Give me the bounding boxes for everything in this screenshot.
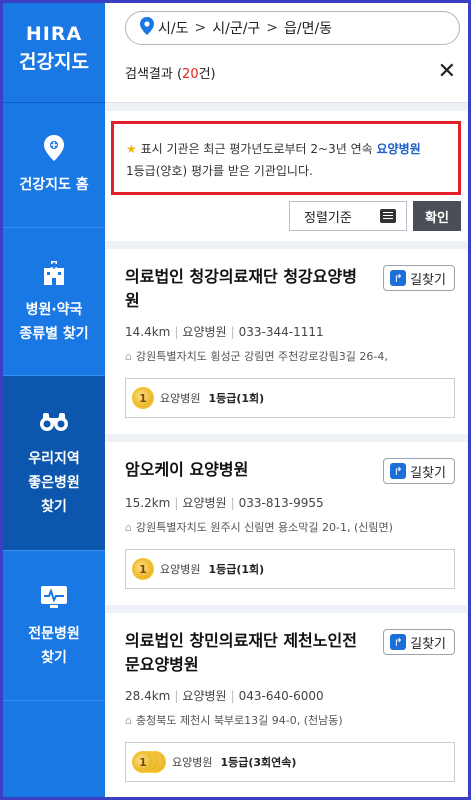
divider [105, 241, 467, 249]
hospital-phone[interactable]: 033-344-1111 [239, 325, 324, 339]
grade-box: 1 요양병원 1등급(3회연속) [125, 742, 455, 782]
hospital-distance: 15.2km [125, 496, 171, 510]
hospital-phone[interactable]: 033-813-9955 [239, 496, 324, 510]
chevron-right-icon: > [266, 20, 279, 36]
logo[interactable]: HIRA 건강지도 [3, 3, 105, 103]
grade-value: 1등급(1회) [208, 392, 265, 405]
hospital-card[interactable]: 의료법인 창민의료재단 제천노인전문요양병원 ↱ 길찾기 28.4km | 요양병원… [105, 613, 467, 797]
home-icon: ⌂ [125, 713, 132, 727]
hospital-phone[interactable]: 043-640-6000 [239, 689, 324, 703]
route-label: 길찾기 [410, 465, 446, 481]
sidebar-item-label: 전문병원 찾기 [28, 625, 80, 666]
hospital-address-row: ⌂ 강원특별자치도 원주시 신림면 용소막길 20-1, (신림면) [125, 519, 455, 535]
grade-box: 1 요양병원 1등급(1회) [125, 378, 455, 418]
medal-icon: 1 [132, 387, 154, 409]
sidebar: HIRA 건강지도 건강지도 홈 병원·약국 종류별 찾기 우리지역 좋은병원 … [3, 3, 105, 797]
hospital-name[interactable]: 의료법인 창민의료재단 제천노인전문요양병원 [125, 629, 365, 677]
hospital-meta: 28.4km | 요양병원 | 043-640-6000 [125, 689, 324, 703]
route-label: 길찾기 [410, 636, 446, 652]
hospital-address: 강원특별자치도 원주시 신림면 용소막길 20-1, (신림면) [135, 521, 393, 534]
region-level2[interactable]: 시/군/구 [212, 18, 260, 38]
app-frame: HIRA 건강지도 건강지도 홈 병원·약국 종류별 찾기 우리지역 좋은병원 … [0, 0, 471, 800]
medal-stack: 1 [132, 751, 166, 773]
sidebar-item-hospital-type[interactable]: 병원·약국 종류별 찾기 [3, 228, 105, 376]
star-icon: ★ [126, 142, 137, 156]
grade-box: 1 요양병원 1등급(1회) [125, 549, 455, 589]
route-button[interactable]: ↱ 길찾기 [383, 629, 455, 655]
hospital-meta: 14.4km | 요양병원 | 033-344-1111 [125, 325, 324, 339]
sidebar-item-specialty[interactable]: 전문병원 찾기 [3, 551, 105, 701]
location-pin-icon [140, 17, 154, 39]
sort-button[interactable]: 정렬기준 [289, 201, 407, 231]
hospital-name[interactable]: 암오케이 요양병원 [125, 458, 365, 482]
route-label: 길찾기 [410, 272, 446, 288]
sidebar-item-home[interactable]: 건강지도 홈 [3, 103, 105, 228]
confirm-button[interactable]: 확인 [413, 201, 461, 231]
home-icon: ⌂ [125, 349, 132, 363]
sidebar-item-label: 병원·약국 종류별 찾기 [19, 301, 89, 342]
sidebar-item-label: 우리지역 좋은병원 찾기 [28, 451, 80, 515]
region-level3[interactable]: 읍/면/동 [284, 18, 332, 38]
binoculars-icon [39, 407, 69, 437]
home-icon: ⌂ [125, 520, 132, 534]
hospital-card[interactable]: 의료법인 청강의료재단 청강요양병원 ↱ 길찾기 14.4km | 요양병원 | 033… [105, 249, 467, 442]
hospital-address: 충청북도 제천시 북부로13길 94-0, (천남동) [135, 714, 343, 727]
main-panel: 시/도 > 시/군/구 > 읍/면/동 검색결과 (20건) ✕ ★ 표시 기관… [105, 3, 468, 797]
search-header: 시/도 > 시/군/구 > 읍/면/동 검색결과 (20건) ✕ [105, 3, 468, 103]
route-arrow-icon: ↱ [390, 270, 407, 286]
route-button[interactable]: ↱ 길찾기 [383, 265, 455, 291]
result-suffix: 건) [198, 66, 216, 82]
hospital-type: 요양병원 [182, 689, 227, 703]
sort-row: 정렬기준 확인 [105, 195, 467, 231]
hospital-building-icon [39, 258, 69, 288]
notice-text-after: 1등급(양호) 평가를 받은 기관입니다. [126, 164, 313, 178]
hospital-card[interactable]: 암오케이 요양병원 ↱ 길찾기 15.2km | 요양병원 | 033-813-9955… [105, 442, 467, 613]
hospital-type: 요양병원 [182, 325, 227, 339]
grade-type: 요양병원 [160, 392, 201, 405]
hospital-type: 요양병원 [182, 496, 227, 510]
hospital-distance: 14.4km [125, 325, 171, 339]
result-prefix: 검색결과 ( [125, 66, 183, 82]
medal-icon: 1 [132, 751, 154, 773]
grade-type: 요양병원 [160, 563, 201, 576]
grade-value: 1등급(3회연속) [220, 756, 297, 769]
notice-box: ★ 표시 기관은 최근 평가년도로부터 2~3년 연속 요양병원 1등급(양호)… [111, 121, 461, 195]
medal-stack: 1 [132, 558, 154, 580]
result-list[interactable]: ★ 표시 기관은 최근 평가년도로부터 2~3년 연속 요양병원 1등급(양호)… [105, 111, 467, 797]
region-selector[interactable]: 시/도 > 시/군/구 > 읍/면/동 [125, 11, 460, 45]
result-summary: 검색결과 (20건) ✕ [125, 61, 460, 83]
hospital-address-row: ⌂ 충청북도 제천시 북부로13길 94-0, (천남동) [125, 712, 455, 728]
hospital-name[interactable]: 의료법인 청강의료재단 청강요양병원 [125, 265, 365, 313]
medal-stack: 1 [132, 387, 154, 409]
route-arrow-icon: ↱ [390, 463, 407, 479]
notice-highlight: 요양병원 [376, 142, 421, 156]
hospital-address-row: ⌂ 강원특별자치도 횡성군 강림면 주천강로강림3길 26-4, [125, 348, 455, 364]
logo-line1: HIRA [25, 23, 83, 45]
region-level1[interactable]: 시/도 [158, 18, 188, 38]
result-count: 20 [182, 66, 199, 82]
notice-text-before: 표시 기관은 최근 평가년도로부터 2~3년 연속 [140, 142, 377, 156]
hospital-meta: 15.2km | 요양병원 | 033-813-9955 [125, 496, 324, 510]
grade-value: 1등급(1회) [208, 563, 265, 576]
chevron-right-icon: > [194, 20, 207, 36]
route-button[interactable]: ↱ 길찾기 [383, 458, 455, 484]
close-icon[interactable]: ✕ [438, 61, 456, 83]
logo-line2: 건강지도 [19, 51, 89, 73]
location-pin-icon [39, 133, 69, 163]
sidebar-item-label: 건강지도 홈 [19, 177, 89, 193]
sort-label: 정렬기준 [304, 210, 352, 226]
sidebar-item-good-hospital[interactable]: 우리지역 좋은병원 찾기 [3, 376, 105, 551]
medal-icon: 1 [132, 558, 154, 580]
result-count-label: 검색결과 (20건) [125, 63, 216, 82]
route-arrow-icon: ↱ [390, 634, 407, 650]
hospital-address: 강원특별자치도 횡성군 강림면 주천강로강림3길 26-4, [135, 350, 388, 363]
grade-type: 요양병원 [172, 756, 213, 769]
monitor-heartbeat-icon [39, 582, 69, 612]
hospital-distance: 28.4km [125, 689, 171, 703]
list-icon [380, 209, 396, 223]
